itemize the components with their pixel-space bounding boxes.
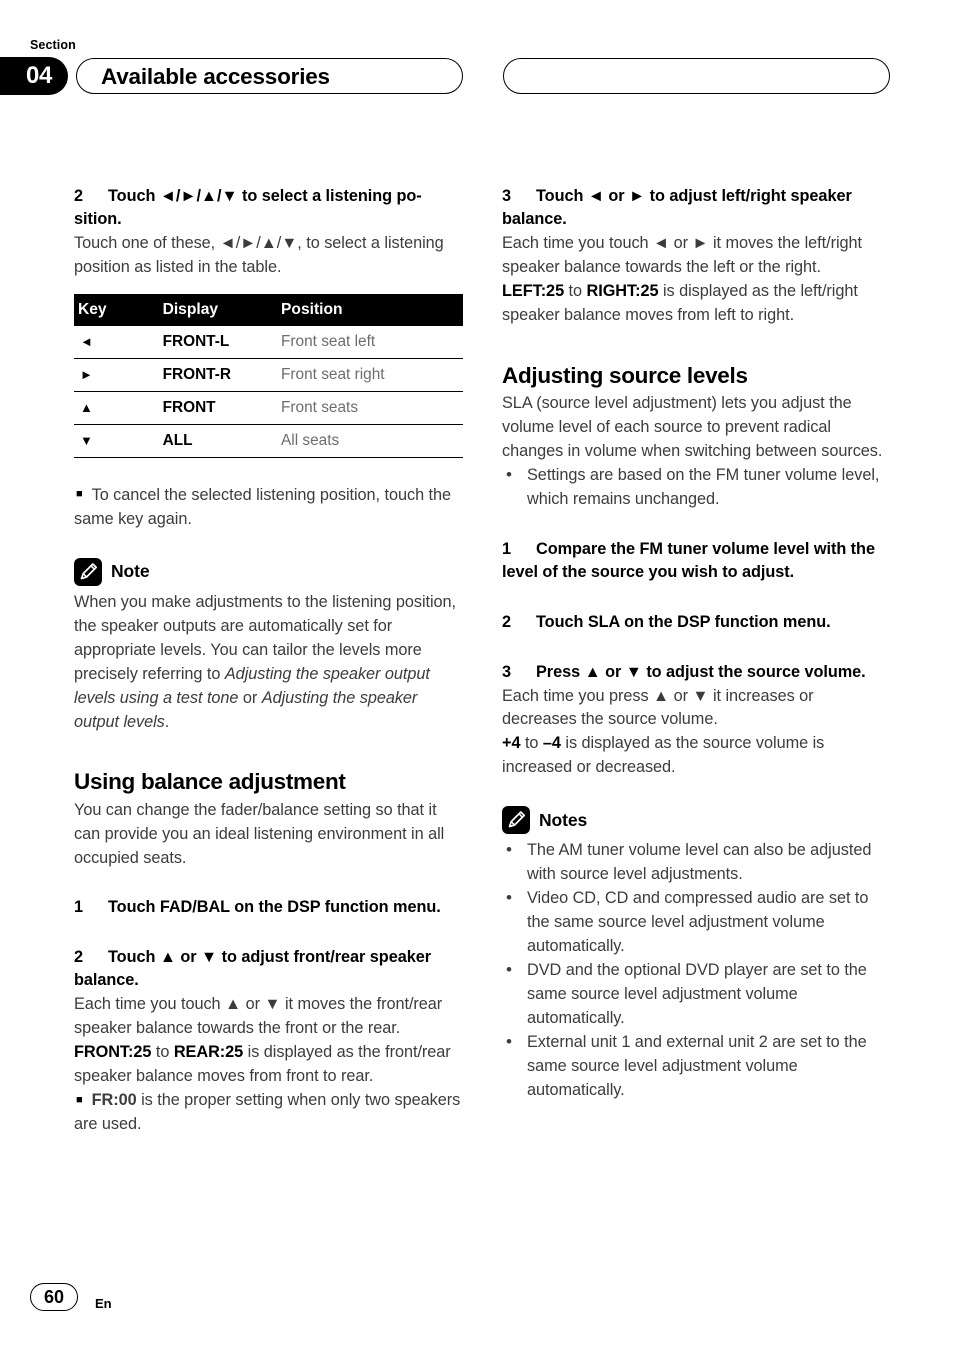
step-2-select-listening-position: 2 Touch ◄/►/▲/▼ to select a listening po-… — [74, 185, 463, 231]
step-number: 2 — [502, 612, 512, 631]
source-intro-bullets: Settings are based on the FM tuner volum… — [502, 463, 891, 512]
cancel-position-bullet: ■ To cancel the selected listening positi… — [74, 484, 463, 532]
left-column: 2 Touch ◄/►/▲/▼ to select a listening po-… — [74, 185, 463, 1137]
note-text-2: or — [238, 688, 262, 707]
range-plus-value: +4 — [502, 734, 521, 753]
notes-title: Notes — [539, 809, 588, 830]
step-2b-body: Each time you touch ▲ or ▼ it moves the … — [74, 995, 443, 1038]
row-display: FRONT-R — [162, 358, 282, 392]
balance-adjustment-heading: Using balance adjustment — [74, 769, 346, 795]
step-number: 2 — [74, 187, 84, 205]
step-text: Touch SLA on the DSP function menu. — [536, 612, 831, 631]
step-3-left-right-balance: 3 Touch ◄ or ► to adjust left/right speak… — [502, 185, 891, 231]
source-volume-range-text: +4 to –4 is displayed as the source volu… — [502, 732, 891, 780]
page-title: Available accessories — [101, 64, 330, 89]
row-position: All seats — [281, 424, 463, 458]
table-header-position: Position — [281, 293, 463, 326]
step-text: Touch ◄/►/▲/▼ to select a listening po-s… — [74, 187, 422, 228]
step-number: 1 — [502, 539, 512, 558]
note-text-3: . — [164, 712, 170, 731]
listening-position-table: Key Display Position ◄ FRONT-L Front sea… — [74, 293, 463, 458]
section-label: Section — [30, 38, 76, 52]
left-right-range-text: LEFT:25 to RIGHT:25 is displayed as the … — [502, 280, 891, 328]
pencil-note-icon — [74, 557, 102, 586]
range-to: to — [520, 734, 543, 753]
fr-00-value: FR:00 — [91, 1091, 137, 1110]
fr-00-bullet: ■ FR:00 is the proper setting when only t… — [74, 1089, 463, 1137]
header-right-pill — [503, 58, 890, 94]
step-1-touch-fad-bal: 1 Touch FAD/BAL on the DSP function menu. — [74, 896, 463, 919]
step-text: Touch ◄ or ► to adjust left/right speake… — [502, 187, 852, 228]
row-key: ◄ — [74, 325, 163, 359]
range-front-value: FRONT:25 — [74, 1043, 152, 1062]
step-number: 2 — [74, 948, 84, 967]
table-row: ◄ FRONT-L Front seat left — [74, 325, 463, 359]
square-bullet-icon: ■ — [76, 1093, 83, 1106]
list-item: The AM tuner volume level can also be ad… — [502, 838, 891, 887]
row-display: FRONT-L — [162, 325, 282, 359]
page-number: 60 — [30, 1283, 78, 1311]
row-position: Front seat left — [281, 325, 463, 359]
table-header-row: Key Display Position — [74, 293, 463, 326]
table-row: ▲ FRONT Front seats — [74, 391, 463, 425]
step-2-touch-sla: 2 Touch SLA on the DSP function menu. — [502, 611, 891, 634]
step-number: 3 — [502, 662, 512, 681]
pencil-note-icon — [502, 806, 530, 835]
row-position: Front seat right — [281, 358, 463, 392]
adjusting-source-levels-heading: Adjusting source levels — [502, 362, 748, 388]
step-text: Touch ▲ or ▼ to adjust front/rear speake… — [74, 948, 431, 990]
step-3-adjust-source-volume: 3 Press ▲ or ▼ to adjust the source volum… — [502, 661, 891, 684]
step-3b-body: Each time you press ▲ or ▼ it increases … — [502, 686, 814, 729]
note-body: When you make adjustments to the listeni… — [74, 591, 463, 735]
step-2-front-rear-balance: 2 Touch ▲ or ▼ to adjust front/rear speak… — [74, 946, 463, 992]
note-title: Note — [111, 561, 150, 582]
section-number: 04 — [25, 62, 53, 89]
range-to: to — [151, 1043, 174, 1062]
bullet-text: To cancel the selected listening positio… — [74, 485, 452, 528]
front-rear-range-text: FRONT:25 to REAR:25 is displayed as the … — [74, 1041, 463, 1089]
row-key: ▲ — [74, 391, 163, 425]
list-item: Settings are based on the FM tuner volum… — [502, 463, 891, 512]
range-left-value: LEFT:25 — [502, 281, 565, 300]
step-text: Press ▲ or ▼ to adjust the source volume… — [536, 662, 866, 681]
step-number: 3 — [502, 187, 512, 205]
notes-list: The AM tuner volume level can also be ad… — [502, 838, 891, 1103]
row-key: ► — [74, 358, 163, 392]
square-bullet-icon: ■ — [76, 488, 83, 501]
range-rear-value: REAR:25 — [173, 1043, 244, 1062]
range-right-value: RIGHT:25 — [586, 281, 659, 300]
step-number: 1 — [74, 898, 84, 917]
right-column: 3 Touch ◄ or ► to adjust left/right speak… — [502, 185, 891, 1103]
balance-intro: You can change the fader/balance setting… — [74, 800, 445, 867]
language-code: En — [95, 1296, 112, 1311]
step-3-body: Each time you touch ◄ or ► it moves the … — [502, 233, 863, 276]
table-header-display: Display — [162, 293, 282, 326]
list-item: DVD and the optional DVD player are set … — [502, 958, 891, 1031]
table-header-key: Key — [74, 293, 163, 326]
row-position: Front seats — [281, 391, 463, 425]
source-levels-intro: SLA (source level adjustment) lets you a… — [502, 393, 883, 460]
page-footer: 60 En — [0, 1262, 954, 1352]
list-item: External unit 1 and external unit 2 are … — [502, 1030, 891, 1103]
row-display: FRONT — [162, 391, 282, 425]
range-minus-value: –4 — [542, 734, 561, 753]
page-header: Section 04 Available accessories — [0, 0, 954, 120]
header-title-pill: Available accessories — [76, 58, 463, 94]
notes-header: Notes — [502, 806, 891, 835]
row-key: ▼ — [74, 424, 163, 458]
section-number-tab: 04 — [0, 57, 68, 95]
step-text: Compare the FM tuner volume level with t… — [502, 539, 875, 581]
note-header: Note — [74, 557, 463, 586]
row-display: ALL — [162, 424, 282, 458]
range-to: to — [564, 281, 587, 300]
step-text: Touch FAD/BAL on the DSP function menu. — [108, 898, 441, 917]
table-row: ▼ ALL All seats — [74, 424, 463, 458]
step-2-body: Touch one of these, ◄/►/▲/▼, to select a… — [74, 233, 444, 276]
list-item: Video CD, CD and compressed audio are se… — [502, 886, 891, 959]
step-1-compare-fm-level: 1 Compare the FM tuner volume level with … — [502, 538, 891, 584]
table-row: ► FRONT-R Front seat right — [74, 358, 463, 392]
